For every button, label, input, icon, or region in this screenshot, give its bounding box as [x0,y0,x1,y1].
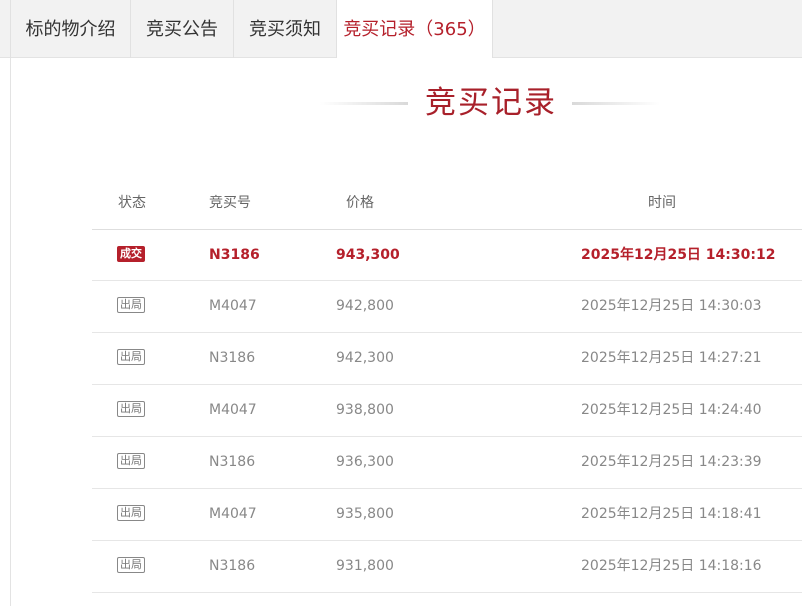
bid-no-cell: M4047 [209,298,257,314]
price-cell: 942,800 [336,298,394,314]
table-row: 出局 M4047 938,800 2025年12月25日 14:24:40 [92,385,802,437]
price-cell: 936,300 [336,454,394,470]
section-title-block: 竞买记录 [320,80,660,126]
table-row: 出局 N3186 936,300 2025年12月25日 14:23:39 [92,437,802,489]
price-cell: 942,300 [336,350,394,366]
status-badge: 出局 [117,401,145,417]
tab-bid-announcement[interactable]: 竞买公告 [131,0,234,58]
table-row: 成交 N3186 943,300 2025年12月25日 14:30:12 [92,230,802,281]
bid-no-cell: N3186 [209,558,256,574]
bid-no-cell: N3186 [209,247,260,263]
status-cell: 出局 [117,437,145,488]
bid-records-table: 状态 竞买号 价格 时间 成交 N3186 943,300 2025年12月25日 1… [92,176,802,593]
table-row: 出局 M4047 942,800 2025年12月25日 14:30:03 [92,281,802,333]
bid-no-cell: N3186 [209,454,256,470]
price-cell: 935,800 [336,506,394,522]
header-time: 时间 [648,195,676,211]
status-cell: 出局 [117,385,145,436]
table-header: 状态 竞买号 价格 时间 [92,176,802,230]
table-row: 出局 N3186 942,300 2025年12月25日 14:27:21 [92,333,802,385]
time-cell: 2025年12月25日 14:30:12 [581,247,776,263]
status-cell: 出局 [117,489,145,540]
status-badge: 出局 [117,297,145,313]
time-cell: 2025年12月25日 14:18:41 [581,506,762,522]
tab-item-intro[interactable]: 标的物介绍 [10,0,131,58]
time-cell: 2025年12月25日 14:30:03 [581,298,762,314]
bid-no-cell: N3186 [209,350,256,366]
status-badge: 出局 [117,349,145,365]
header-bid-no: 竞买号 [209,195,251,211]
header-status: 状态 [118,195,146,211]
status-badge: 出局 [117,505,145,521]
status-cell: 出局 [117,541,145,592]
time-cell: 2025年12月25日 14:27:21 [581,350,762,366]
table-body: 成交 N3186 943,300 2025年12月25日 14:30:12 出局 M404… [92,230,802,593]
status-badge: 出局 [117,557,145,573]
title-divider-right [572,102,660,105]
tab-bar: 标的物介绍 竞买公告 竞买须知 竞买记录（365） [0,0,802,59]
status-badge: 出局 [117,453,145,469]
title-divider-left [320,102,408,105]
time-cell: 2025年12月25日 14:18:16 [581,558,762,574]
tab-bid-notice[interactable]: 竞买须知 [234,0,337,58]
table-row: 出局 N3186 931,800 2025年12月25日 14:18:16 [92,541,802,593]
tab-bid-records[interactable]: 竞买记录（365） [337,0,493,59]
status-badge: 成交 [117,246,145,262]
bid-no-cell: M4047 [209,506,257,522]
status-cell: 出局 [117,281,145,332]
header-price: 价格 [346,195,374,211]
time-cell: 2025年12月25日 14:23:39 [581,454,762,470]
price-cell: 931,800 [336,558,394,574]
status-cell: 成交 [117,230,145,281]
price-cell: 943,300 [336,247,400,263]
time-cell: 2025年12月25日 14:24:40 [581,402,762,418]
status-cell: 出局 [117,333,145,384]
section-title: 竞买记录 [425,85,557,121]
price-cell: 938,800 [336,402,394,418]
bid-no-cell: M4047 [209,402,257,418]
table-row: 出局 M4047 935,800 2025年12月25日 14:18:41 [92,489,802,541]
